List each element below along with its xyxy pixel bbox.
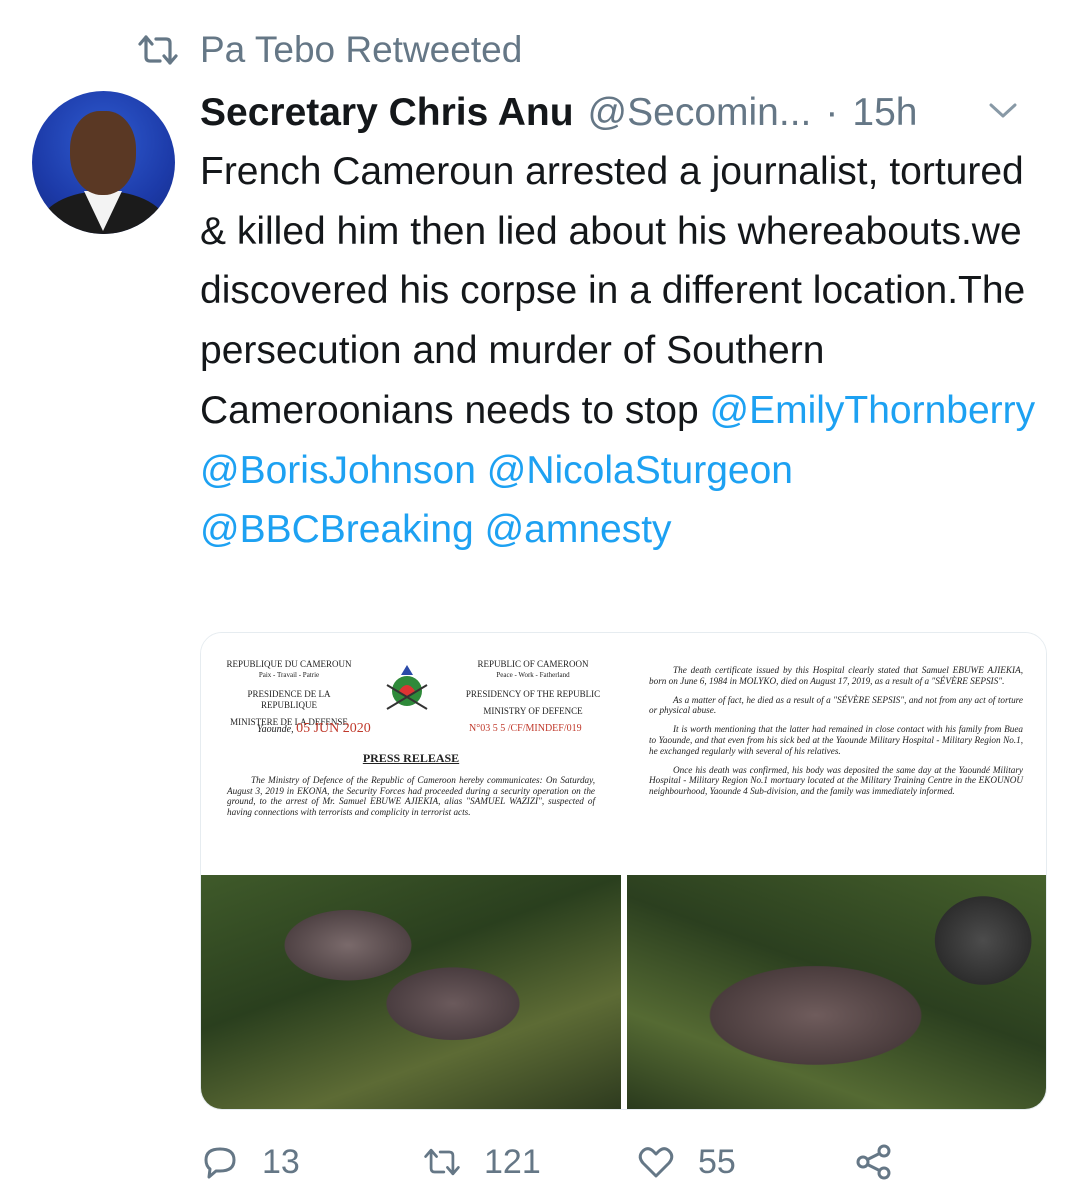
mention-link[interactable]: @NicolaSturgeon: [487, 449, 793, 492]
doc-left-header-line: Paix - Travail - Patrie: [258, 671, 320, 679]
doc-body: The Ministry of Defence of the Republic …: [227, 775, 595, 817]
reply-count: 13: [262, 1142, 300, 1181]
retweet-label: Pa Tebo Retweeted: [200, 29, 523, 70]
retweet-icon: [138, 35, 178, 65]
coat-of-arms-icon: [379, 661, 435, 717]
avatar[interactable]: [32, 91, 175, 234]
retweet-button[interactable]: 121: [422, 1140, 541, 1184]
doc-paragraph: It is worth mentioning that the latter h…: [649, 724, 1023, 756]
press-release-image[interactable]: REPUBLIQUE DU CAMEROUN Paix - Travail - …: [201, 633, 621, 869]
retweet-icon: [424, 1148, 460, 1176]
media-grid[interactable]: REPUBLIQUE DU CAMEROUN Paix - Travail - …: [200, 632, 1047, 1110]
author-handle[interactable]: @Secomin...: [588, 91, 812, 135]
reply-icon: [204, 1147, 236, 1179]
doc-reference: N°03 5 5 /CF/MINDEF/019: [469, 723, 582, 734]
doc-paragraph: The death certificate issued by this Hos…: [649, 665, 1023, 686]
retweet-count: 121: [484, 1142, 541, 1181]
retweet-context[interactable]: Pa Tebo Retweeted: [136, 28, 522, 72]
photo-image[interactable]: [627, 875, 1046, 1109]
doc-place: Yaounde,: [257, 724, 294, 735]
separator-dot: ·: [825, 91, 839, 134]
like-count: 55: [698, 1142, 736, 1181]
doc-title: PRESS RELEASE: [362, 751, 460, 765]
like-button[interactable]: 55: [636, 1140, 736, 1184]
doc-right-header-line: Peace - Work - Fatherland: [496, 671, 570, 679]
doc-date-stamp: 05 JUN 2020: [296, 721, 371, 736]
share-icon: [856, 1144, 891, 1180]
tweet-actions: 13 121 55: [200, 1140, 1060, 1184]
mention-link[interactable]: @BorisJohnson: [200, 449, 476, 492]
doc-paragraph: Once his death was confirmed, his body w…: [649, 764, 1023, 797]
tweet-text: French Cameroun arrested a journalist, t…: [200, 142, 1060, 560]
share-button[interactable]: [854, 1140, 916, 1184]
tweet-time[interactable]: 15h: [852, 91, 917, 135]
mention-link[interactable]: @EmilyThornberry: [709, 389, 1035, 432]
reply-button[interactable]: 13: [200, 1140, 300, 1184]
heart-icon: [638, 1147, 674, 1178]
doc-right-header-line: REPUBLIC OF CAMEROON: [477, 659, 589, 669]
doc-paragraph: As a matter of fact, he died as a result…: [649, 694, 1023, 716]
doc-right-header-line: PRESIDENCY OF THE REPUBLIC: [465, 689, 601, 699]
photo-image[interactable]: [201, 875, 621, 1109]
author-name[interactable]: Secretary Chris Anu: [200, 91, 574, 135]
chevron-down-icon[interactable]: [986, 97, 1020, 123]
death-certificate-text-image[interactable]: The death certificate issued by this Hos…: [627, 633, 1046, 869]
doc-left-header-line: PRESIDENCE DE LA REPUBLIQUE: [247, 689, 331, 710]
doc-right-header-line: MINISTRY OF DEFENCE: [483, 706, 583, 716]
mention-link[interactable]: @BBCBreaking: [200, 508, 474, 551]
doc-left-header-line: REPUBLIQUE DU CAMEROUN: [226, 659, 352, 669]
mention-link[interactable]: @amnesty: [485, 508, 672, 551]
tweet-header: Secretary Chris Anu @Secomin... · 15h: [200, 85, 1060, 141]
